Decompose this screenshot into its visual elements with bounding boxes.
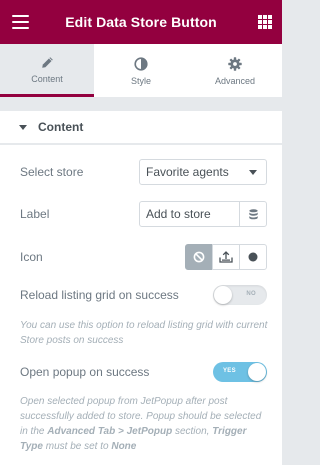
database-icon [248,208,258,219]
select-store-dropdown[interactable]: Favorite agents [139,159,267,185]
open-popup-toggle[interactable]: YES [213,362,267,382]
label-input[interactable] [140,202,239,226]
panel-header: Edit Data Store Button [0,0,282,44]
desc-bold: Advanced Tab > JetPopup [47,426,173,437]
dynamic-tags-button[interactable] [239,202,266,226]
panel-title: Edit Data Store Button [65,14,217,30]
desc-text: section, [172,426,213,437]
toggle-knob [214,286,232,304]
desc-bold: None [111,441,137,452]
label-field-label: Label [20,207,50,221]
tab-style[interactable]: Style [94,44,188,97]
toggle-knob [248,363,266,381]
control-label: Label [20,201,267,227]
reload-grid-description: You can use this option to reload listin… [20,320,268,346]
panel-tabs: Content Style Advanced [0,44,282,97]
reload-grid-toggle[interactable]: NO [213,285,267,305]
icon-choice-none[interactable] [185,244,213,270]
section-toggle-content[interactable]: Content [0,111,282,144]
control-open-popup: Open popup on success YES [20,362,267,382]
icon-choice-upload[interactable] [212,244,240,270]
reload-grid-label: Reload listing grid on success [20,288,179,302]
open-popup-label: Open popup on success [20,365,150,379]
hamburger-icon[interactable] [12,15,29,29]
icon-choice-library[interactable] [239,244,267,270]
caret-down-icon [19,124,27,130]
pencil-icon [38,54,56,70]
control-icon: Icon [20,244,267,270]
tab-advanced-label: Advanced [214,75,256,86]
select-store-value: Favorite agents [146,165,229,179]
toggle-state-text: YES [223,368,236,374]
controls-panel: Content Select store Favorite agents Lab… [0,97,282,465]
tab-content[interactable]: Content [0,44,94,97]
control-select-store: Select store Favorite agents [20,159,267,185]
select-store-label: Select store [20,165,84,179]
circle-icon [248,252,258,262]
toggle-state-text: NO [246,291,256,297]
grid-icon[interactable] [258,15,272,29]
desc-text: must be set to [42,441,112,452]
section-content: Select store Favorite agents Label Add t… [0,145,282,465]
section-title: Content [38,120,84,134]
half-circle-icon [132,56,150,72]
icon-label: Icon [20,250,43,264]
control-reload-grid: Reload listing grid on success NO [20,285,267,305]
label-input-wrap [139,201,267,227]
tab-content-label: Content [31,74,63,84]
tab-advanced[interactable]: Advanced [188,44,282,97]
icon-choices [185,244,267,270]
tab-style-label: Style [130,75,151,86]
ban-icon [193,251,205,263]
upload-icon [219,251,233,263]
gear-icon [226,56,244,72]
chevron-down-icon [249,169,257,175]
open-popup-description: Open selected popup from JetPopup after … [20,394,268,454]
